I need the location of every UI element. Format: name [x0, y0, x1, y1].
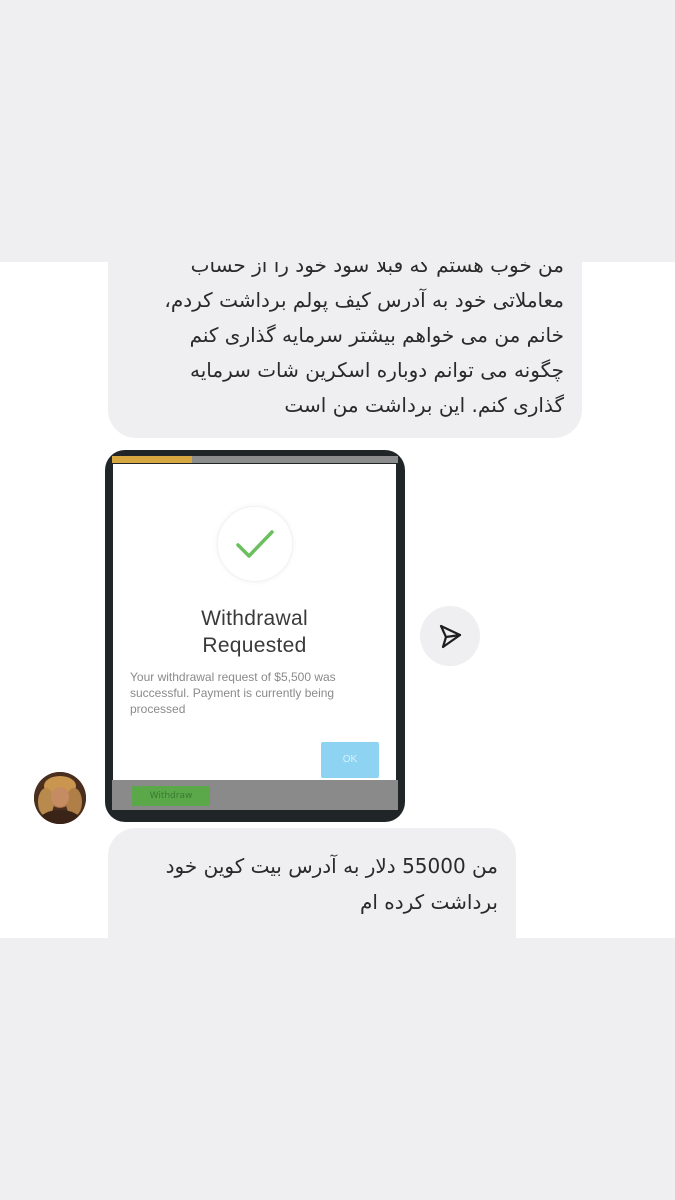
message-line: من 55000 دلار به آدرس بیت کوین خود — [165, 854, 498, 878]
message-line: چگونه می توانم دوباره اسکرین شات سرمایه — [189, 358, 564, 382]
message-line: گذاری کنم. این برداشت من است — [284, 393, 564, 417]
dialog-title-line2: Requested — [202, 634, 307, 657]
message-line: معاملاتی خود به آدرس کیف پولم برداشت کرد… — [164, 288, 564, 312]
bottom-blank-area — [0, 938, 675, 1200]
message-line: برداشت کرده ام — [359, 890, 498, 914]
dialog-message: Your withdrawal request of $5,500 was su… — [130, 670, 336, 716]
app-progress-bar — [112, 456, 398, 463]
share-button[interactable] — [420, 606, 480, 666]
chat-screenshot: من خوب هستم که قبلا سود خود را از حساب م… — [0, 262, 675, 938]
top-blank-area — [0, 0, 675, 262]
message-line: خانم من می خواهم بیشتر سرمایه گذاری کنم — [189, 323, 564, 347]
app-progress-fill — [112, 456, 193, 463]
check-circle — [217, 506, 293, 582]
check-icon — [236, 530, 274, 558]
user-avatar[interactable] — [34, 772, 86, 824]
shared-image-message[interactable]: Withdraw Withdrawal Requested Your withd… — [105, 450, 405, 822]
dialog-title-line1: Withdrawal — [201, 607, 308, 630]
withdrawal-dialog: Withdrawal Requested Your withdrawal req… — [113, 464, 396, 780]
app-background-button: Withdraw — [132, 786, 210, 806]
send-icon — [439, 624, 462, 649]
message-line: من خوب هستم که قبلا سود خود را از حساب — [190, 262, 564, 277]
avatar-image — [34, 772, 86, 824]
ok-button: OK — [321, 742, 379, 778]
message-bubble-incoming: من 55000 دلار به آدرس بیت کوین خود برداش… — [108, 828, 516, 938]
message-bubble-incoming: من خوب هستم که قبلا سود خود را از حساب م… — [108, 262, 582, 438]
dialog-title: Withdrawal Requested — [113, 605, 396, 659]
